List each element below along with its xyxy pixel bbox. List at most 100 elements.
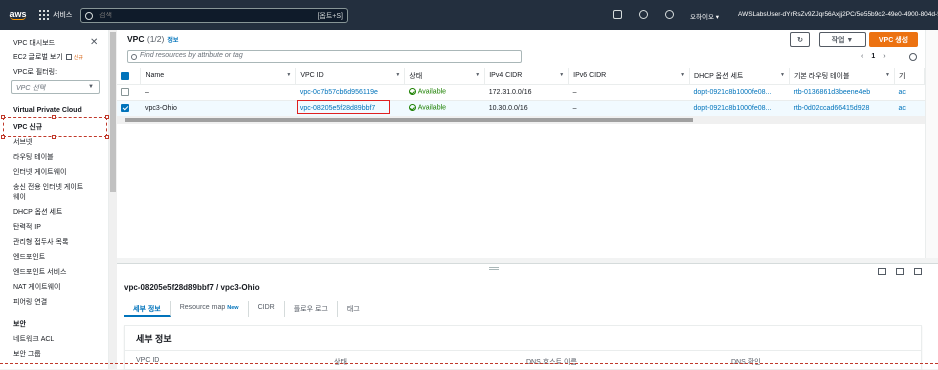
sidebar-item-peering[interactable]: 피어링 연결 (13, 297, 47, 307)
sidebar-scrollbar[interactable] (109, 30, 117, 369)
search-icon (85, 11, 93, 20)
table-row[interactable]: – vpc-0c7b57cb6d956119e Available 172.31… (117, 84, 925, 101)
close-icon[interactable]: ✕ (90, 37, 98, 48)
services-grid-icon[interactable] (39, 10, 49, 20)
sidebar-item-prefix-lists[interactable]: 관리형 접두사 목록 (13, 237, 68, 247)
column-header-name[interactable]: Name ▼ (140, 68, 297, 85)
ipv6-cidr: – (568, 99, 690, 117)
route-table-link[interactable]: rtb-0136861d3beene4eb (789, 84, 895, 101)
sidebar-item-route-tables[interactable]: 라우팅 테이블 (13, 152, 54, 162)
column-header-ipv6[interactable]: IPv6 CIDR ▼ (568, 68, 691, 85)
route-table-link[interactable]: rtb-0d02ccad66415d928 (789, 99, 895, 117)
dhcp-link[interactable]: dopt-0921c8b1000fe08... (689, 84, 790, 101)
sidebar-item-nat-gateways[interactable]: NAT 게이트웨이 (13, 282, 61, 292)
column-header-state[interactable]: 상태 ▼ (404, 68, 486, 85)
panel-side-icon[interactable] (896, 268, 904, 275)
sidebar-item-dhcp[interactable]: DHCP 옵션 세트 (13, 207, 62, 217)
search-icon (131, 54, 137, 60)
filter-label: VPC로 필터링: (13, 69, 58, 76)
detail-panel: vpc-08205e5f28d89bbf7 / vpc3-Ohio 세부 정보 … (117, 263, 938, 370)
panel-vertical-scrollbar[interactable] (925, 30, 938, 258)
sidebar-item-egress-gateways-cont[interactable]: 웨이 (13, 192, 26, 202)
vpc-table: Name ▼ VPC ID ▼ 상태 ▼ IPv4 CIDR ▼ IPv6 CIDR ▼ … (117, 68, 926, 117)
row-checkbox[interactable] (117, 99, 141, 117)
column-header-dhcp[interactable]: DHCP 옵션 세트 ▼ (689, 68, 790, 85)
panel-bottom-icon[interactable] (878, 268, 886, 275)
gear-icon[interactable] (909, 53, 917, 61)
ipv4-cidr: 10.30.0.0/16 (484, 99, 569, 117)
page-number[interactable]: 1 (871, 53, 875, 60)
sidebar-item-endpoint-services[interactable]: 엔드포인트 서비스 (13, 267, 66, 277)
search-shortcut: [옵트+S] (317, 12, 343, 20)
table-horizontal-scrollbar[interactable] (117, 116, 925, 124)
column-header-ipv4[interactable]: IPv4 CIDR ▼ (484, 68, 570, 85)
new-badge: New (227, 305, 239, 311)
sidebar-item-internet-gateways[interactable]: 인터넷 게이트웨이 (13, 167, 66, 177)
sidebar-item-network-acl[interactable]: 네트워크 ACL (13, 334, 54, 344)
next-page-button[interactable]: › (883, 53, 885, 60)
notifications-icon[interactable] (639, 10, 648, 19)
select-all-checkbox[interactable] (117, 68, 142, 85)
acl-link[interactable]: ac (894, 99, 925, 117)
sidebar-item-egress-gateways[interactable]: 송신 전용 인터넷 게이트 (13, 182, 83, 192)
bottom-dashed-line (0, 363, 938, 369)
sidebar-section-security[interactable]: 보안 (13, 319, 26, 329)
ipv6-cidr: – (568, 84, 690, 101)
search-input[interactable] (99, 12, 318, 19)
check-circle-icon (408, 104, 416, 112)
tab-flow-logs[interactable]: 플로우 로그 (285, 301, 338, 317)
sidebar-item-endpoints[interactable]: 엔드포인트 (13, 252, 45, 262)
table-row-selected[interactable]: vpc3-Ohio vpc-08205e5f28d89bbf7 Availabl… (117, 99, 925, 117)
status-badge: Available (404, 99, 485, 117)
external-link-icon (65, 54, 72, 61)
top-navigation-bar: aws 서비스 [옵트+S] 오하이오 ▾ AWSLabsUser-dYrRsZ… (0, 0, 938, 30)
panel-hide-icon[interactable] (914, 268, 922, 275)
sidebar-item-subnets[interactable]: 서브넷 (13, 137, 32, 147)
prev-page-button[interactable]: ‹ (861, 53, 863, 60)
services-menu[interactable]: 서비스 (53, 10, 72, 20)
tab-tags[interactable]: 태그 (338, 301, 369, 317)
tab-resource-map[interactable]: Resource map New (171, 301, 249, 317)
tab-cidr[interactable]: CIDR (249, 301, 285, 317)
create-vpc-button[interactable]: VPC 생성 (869, 32, 918, 47)
actions-button[interactable]: 작업 ▼ (819, 32, 866, 47)
vpc-name: – (140, 84, 296, 101)
cloudshell-icon[interactable] (613, 10, 622, 19)
vpc-id-link[interactable]: vpc-0c7b57cb6d956119e (295, 84, 405, 101)
drag-handle-icon[interactable] (489, 267, 499, 270)
status-badge: Available (404, 84, 485, 101)
column-header-more[interactable]: 기 (894, 68, 926, 85)
vpc-filter-select[interactable]: VPC 선택 ▼ (11, 80, 100, 94)
region-selector[interactable]: 오하이오 ▾ (690, 11, 719, 21)
acl-link[interactable]: ac (894, 84, 925, 101)
column-header-vpc-id[interactable]: VPC ID ▼ (295, 68, 406, 85)
vpc-id-highlight (297, 100, 390, 114)
vpc-name: vpc3-Ohio (140, 99, 296, 117)
panel-title: VPC (1/2) 정보 (127, 34, 179, 44)
sidebar-item-global-view[interactable]: EC2 글로벌 보기 신규 (13, 52, 83, 62)
info-link[interactable]: 정보 (167, 38, 178, 44)
resource-search-input[interactable]: Find resources by attribute or tag (127, 50, 522, 63)
sidebar-item-security-groups[interactable]: 보안 그룹 (13, 349, 41, 359)
ipv4-cidr: 172.31.0.0/16 (484, 84, 569, 101)
account-menu[interactable]: AWSLabsUser-dYrRsZv9ZJqr56Axjj2PC/5e55b9… (738, 11, 938, 18)
sidebar-item-dashboard[interactable]: VPC 대시보드 (13, 38, 55, 48)
help-icon[interactable] (665, 10, 674, 19)
sidebar-section-vpc[interactable]: Virtual Private Cloud (13, 107, 82, 114)
global-search[interactable]: [옵트+S] (80, 8, 348, 23)
dhcp-link[interactable]: dopt-0921c8b1000fe08... (689, 99, 790, 117)
chevron-down-icon: ▼ (88, 84, 94, 90)
new-badge: 신규 (73, 55, 83, 61)
tab-details[interactable]: 세부 정보 (124, 301, 171, 317)
pagination: ‹ 1 › (861, 53, 886, 60)
card-title: 세부 정보 (136, 334, 172, 344)
sidebar-item-elastic-ip[interactable]: 탄력적 IP (13, 222, 41, 232)
row-checkbox[interactable] (117, 84, 141, 101)
aws-logo[interactable]: aws (7, 10, 29, 20)
column-header-route-table[interactable]: 기본 라우팅 테이블 ▼ (789, 68, 895, 85)
vpc-list-panel: VPC (1/2) 정보 ↻ 작업 ▼ VPC 생성 Find resources… (117, 30, 926, 258)
selection-highlight (1, 115, 109, 139)
check-circle-icon (408, 88, 416, 96)
detail-title: vpc-08205e5f28d89bbf7 / vpc3-Ohio (124, 283, 260, 292)
refresh-button[interactable]: ↻ (790, 32, 810, 47)
